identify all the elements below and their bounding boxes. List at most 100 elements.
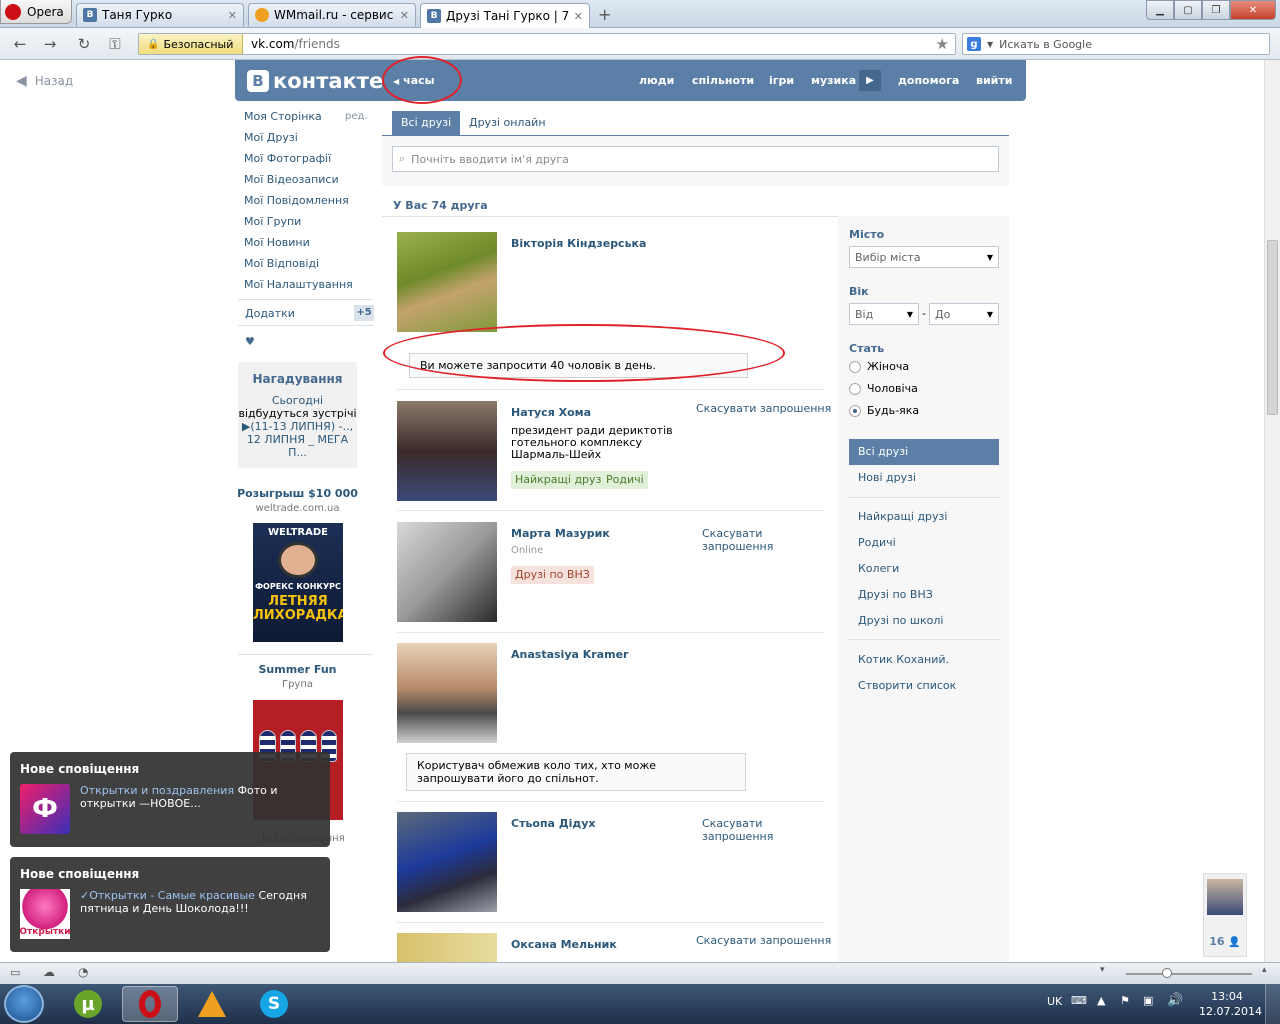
zoom-slider[interactable]: [1126, 973, 1252, 975]
menu-my-answers[interactable]: Мої Відповіді: [244, 257, 372, 278]
new-tab-icon[interactable]: +: [598, 5, 611, 24]
menu-my-messages[interactable]: Мої Повідомлення: [244, 194, 372, 215]
nav-people[interactable]: люди: [639, 74, 674, 87]
menu-my-videos[interactable]: Мої Відеозаписи: [244, 173, 372, 194]
music-play-icon[interactable]: ▶: [859, 70, 881, 91]
friend-avatar[interactable]: [397, 812, 497, 912]
reminder-line[interactable]: Сьогодні: [238, 394, 357, 407]
back-link[interactable]: ◀ Назад: [16, 73, 73, 89]
zoom-slider-thumb[interactable]: [1162, 968, 1172, 978]
reminder-line[interactable]: 12 ЛИПНЯ _ МЕГА: [238, 433, 357, 446]
heart-icon[interactable]: ♥: [245, 335, 255, 348]
ad-title[interactable]: Summer Fun: [230, 663, 365, 676]
city-select[interactable]: Вибір міста ▼: [849, 246, 999, 268]
friend-name[interactable]: Anastasiya Kramer: [511, 648, 628, 661]
friend-list-tag[interactable]: Друзі по ВНЗ: [511, 566, 594, 584]
menu-my-photos[interactable]: Мої Фотографії: [244, 152, 372, 173]
friend-name[interactable]: Стьопа Дідух: [511, 817, 596, 830]
ad-title[interactable]: Розыгрыш $10 000: [230, 487, 365, 500]
panel-toggle-icon[interactable]: ▭: [10, 966, 20, 979]
tab-close-icon[interactable]: ✕: [574, 10, 583, 23]
key-icon[interactable]: ⚿: [106, 35, 124, 53]
friend-name[interactable]: Натуся Хома: [511, 406, 591, 419]
sex-radio-male[interactable]: Чоловіча: [849, 382, 918, 395]
friend-search-input[interactable]: ⌕ Почніть вводити ім'я друга: [392, 146, 999, 172]
bookmark-star-icon[interactable]: ★: [936, 35, 949, 53]
clock[interactable]: 13:04 12.07.2014: [1199, 989, 1262, 1019]
sex-radio-female[interactable]: Жіноча: [849, 360, 909, 373]
age-to-select[interactable]: До ▼: [929, 303, 999, 325]
friend-list-tag[interactable]: Найкращі друзі: [511, 471, 609, 489]
url-field[interactable]: 🔒 Безопасный vk.com/friends ★: [138, 33, 956, 55]
show-hidden-icons-icon[interactable]: ▲: [1097, 994, 1105, 1007]
notification-popup[interactable]: Нове сповіщення Открытки ✓Открытки - Сам…: [10, 857, 330, 952]
tab-wmmail[interactable]: WMmail.ru - сервис п... ✕: [248, 3, 416, 26]
create-list-link[interactable]: Створити список: [849, 673, 999, 699]
ad-banner-image[interactable]: WELTRADE ФОРЕКС КОНКУРС ЛЕТНЯЯ ЛИХОРАДКА: [253, 523, 343, 642]
vk-logo[interactable]: В контакте: [247, 69, 383, 93]
reminder-line[interactable]: П...: [238, 446, 357, 459]
page-scrollbar[interactable]: [1264, 60, 1280, 962]
reload-icon[interactable]: ↻: [75, 35, 93, 53]
scrollbar-thumb[interactable]: [1267, 240, 1278, 415]
restore-icon[interactable]: ▢: [1174, 0, 1202, 20]
back-arrow-icon[interactable]: ←: [11, 35, 29, 53]
language-indicator[interactable]: UK: [1047, 995, 1062, 1008]
menu-my-settings[interactable]: Мої Налаштування: [244, 278, 372, 299]
list-relatives[interactable]: Родичі: [849, 530, 999, 556]
nav-logout[interactable]: вийти: [976, 74, 1012, 87]
sex-radio-any[interactable]: Будь-яка: [849, 404, 919, 417]
utorrent-taskbar-icon[interactable]: µ: [60, 986, 116, 1022]
close-window-icon[interactable]: ✕: [1230, 0, 1276, 20]
security-badge[interactable]: 🔒 Безопасный: [139, 34, 243, 54]
friend-avatar[interactable]: [397, 933, 497, 962]
nav-games[interactable]: ігри: [769, 74, 794, 87]
opera-menu-button[interactable]: Opera: [0, 0, 72, 24]
search-engine-field[interactable]: g ▼ Искать в Google: [962, 33, 1270, 55]
friend-avatar[interactable]: [397, 232, 497, 332]
friend-name[interactable]: Марта Мазурик: [511, 527, 610, 540]
notification-link[interactable]: ✓Открытки - Самые красивые: [80, 889, 255, 902]
menu-my-friends[interactable]: Мої Друзі: [244, 131, 372, 152]
cloud-icon[interactable]: ☁: [43, 965, 55, 979]
list-custom[interactable]: Котик Коханий.: [849, 647, 999, 673]
action-center-flag-icon[interactable]: ⚑: [1120, 994, 1130, 1007]
list-all-friends[interactable]: Всі друзі: [849, 439, 999, 465]
nav-communities[interactable]: спільноти: [692, 74, 754, 87]
friend-name[interactable]: Вікторія Кіндзерська: [511, 237, 646, 250]
list-new-friends[interactable]: Нові друзі: [849, 465, 999, 491]
maximize-icon[interactable]: ❐: [1202, 0, 1230, 20]
opera-taskbar-icon[interactable]: [122, 986, 178, 1022]
forward-arrow-icon[interactable]: →: [41, 35, 59, 53]
keyboard-icon[interactable]: ⌨: [1071, 994, 1087, 1007]
tab-tanya-gurko[interactable]: В Таня Гурко ✕: [76, 3, 244, 26]
tab-close-icon[interactable]: ✕: [228, 9, 237, 22]
cancel-invite-link[interactable]: Скасувати запрошення: [702, 817, 782, 843]
zoom-in-icon[interactable]: ▴: [1262, 965, 1267, 975]
zoom-out-icon[interactable]: ▾: [1100, 965, 1105, 975]
age-from-select[interactable]: Від ▼: [849, 303, 919, 325]
reminder-line[interactable]: ▶(11-13 ЛИПНЯ) -..,: [238, 420, 357, 433]
chevron-down-icon[interactable]: ▼: [987, 40, 993, 49]
friend-avatar[interactable]: [397, 401, 497, 501]
list-university[interactable]: Друзі по ВНЗ: [849, 582, 999, 608]
network-icon[interactable]: ▣: [1143, 994, 1153, 1007]
volume-icon[interactable]: 🔊: [1167, 993, 1183, 1008]
show-desktop-button[interactable]: [1265, 984, 1280, 1024]
speed-icon[interactable]: ◔: [78, 965, 88, 979]
skype-taskbar-icon[interactable]: S: [246, 986, 302, 1022]
tab-friends[interactable]: В Друзі Тані Гурко | 74 д... ✕: [420, 3, 590, 28]
menu-my-groups[interactable]: Мої Групи: [244, 215, 372, 236]
friend-avatar[interactable]: [397, 643, 497, 743]
chat-avatar[interactable]: [1207, 879, 1243, 915]
list-best-friends[interactable]: Найкращі друзі: [849, 504, 999, 530]
tab-online-friends[interactable]: Друзі онлайн: [460, 111, 555, 135]
start-button-icon[interactable]: [4, 985, 44, 1023]
list-school[interactable]: Друзі по школі: [849, 608, 999, 634]
nav-music[interactable]: музика: [811, 74, 856, 87]
friend-list-tag[interactable]: Родичі: [602, 471, 648, 489]
tab-all-friends[interactable]: Всі друзі: [392, 111, 461, 135]
addons-badge[interactable]: +5: [354, 305, 374, 321]
friend-name[interactable]: Оксана Мельник: [511, 938, 617, 951]
menu-addons[interactable]: Додатки: [245, 307, 295, 320]
